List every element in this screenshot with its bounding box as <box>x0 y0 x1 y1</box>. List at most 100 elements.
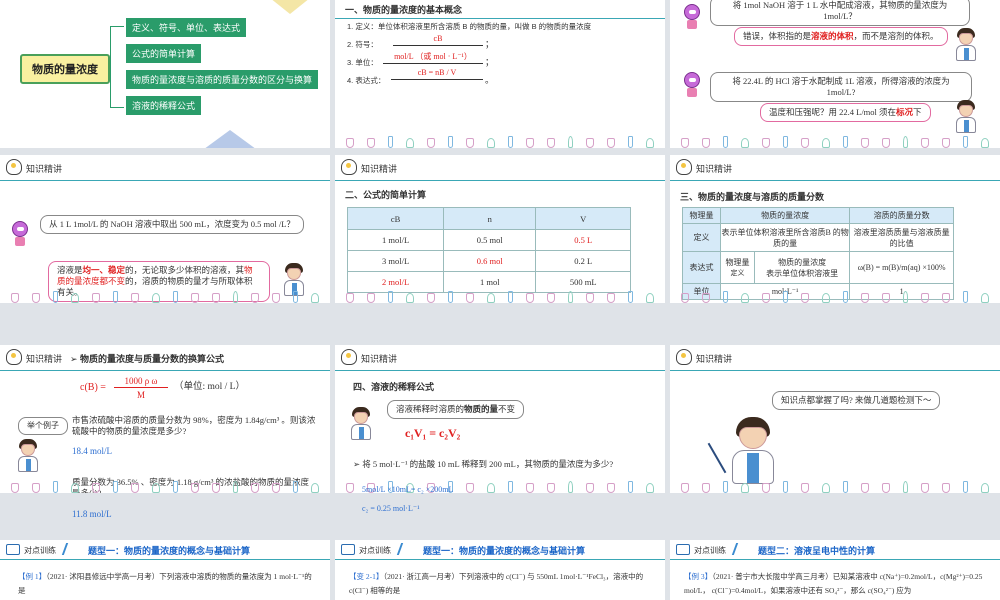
col-header: V <box>535 207 631 230</box>
knowledge-logo-icon <box>676 349 692 365</box>
unit-label: 3. 单位： <box>347 58 378 67</box>
slide-thumbnail-8[interactable]: 知识精讲 四、溶液的稀释公式 溶液稀释时溶质的物质的量不变 c₁V₁ = c₂V… <box>335 345 665 493</box>
row-label: 表达式 <box>682 251 721 284</box>
slide-header: 对点训练 题型一：物质的量浓度的概念与基础计算 <box>0 540 330 560</box>
knowledge-logo-icon <box>6 349 22 365</box>
decorative-glassware-row <box>0 479 330 493</box>
row-label: 定义 <box>682 223 721 252</box>
mindmap-branch-4: 溶液的稀释公式 <box>126 96 202 115</box>
problem-text: 【例 3】（2021· 普宁市大长陇中学高三月考）已知某溶液中 c(Na⁺)=0… <box>684 570 990 597</box>
problem-tag: 【例 3】 <box>684 572 713 581</box>
principle-bubble: 溶液稀释时溶质的物质的量不变 <box>387 400 525 420</box>
answer-highlight-1: 均一、稳定 <box>82 265 126 275</box>
table-cell: 0.5 mol <box>443 229 537 251</box>
table-cell: 物质的量浓度 表示单位体积溶液里 <box>753 251 851 284</box>
unit-answer: mol/L （或 mol · L⁻¹） <box>383 52 483 64</box>
principle-bold: 物质的量 <box>464 404 499 414</box>
formula-numerator: 1000 ρ ω <box>114 375 168 389</box>
principle-text: 溶液稀释时溶质的 <box>396 404 465 414</box>
header-label: 知识精讲 <box>361 164 402 177</box>
header-label: 对点训练 <box>24 546 56 555</box>
table-row: 3 mol/L 0.6 mol 0.2 L <box>346 250 631 272</box>
slide-header: 知识精讲 <box>670 345 1000 371</box>
symbol-answer: cB <box>393 34 483 46</box>
robot-mascot-icon-2 <box>682 72 702 98</box>
slide-header: 知识精讲 <box>0 155 330 181</box>
table-cell: 1 mol/L <box>346 229 445 251</box>
dilution-question: ➢ 将 5 mol·L⁻¹ 的盐酸 10 mL 稀释到 200 mL，其物质的量… <box>353 459 614 469</box>
slide-thumbnail-2[interactable]: 一、物质的量浓度的基本概念 1. 定义：单位体积溶液里所含溶质 B 的物质的量，… <box>335 0 665 148</box>
slide-thumbnail-6[interactable]: 知识精讲 三、物质的量浓度与溶质的质量分数 物理量 物质的量浓度 溶质的质量分数… <box>670 155 1000 303</box>
example-tag: 举个例子 <box>18 417 68 436</box>
dilution-answer-2: c₂ = 0.25 mol·L⁻¹ <box>362 504 420 513</box>
table-header-row: cB n V <box>346 207 631 230</box>
section-heading-text: 物质的量浓度与质量分数的换算公式 <box>80 354 225 364</box>
teacher-avatar-icon <box>954 28 978 62</box>
teacher-avatar-icon <box>16 439 40 473</box>
check-bubble: 知识点都掌握了吗? 来做几道题检测下～ <box>772 391 941 411</box>
pointer-stick-icon <box>707 442 727 474</box>
mindmap-branch-2: 公式的简单计算 <box>126 44 202 63</box>
slide-thumbnail-10[interactable]: 对点训练 题型一：物质的量浓度的概念与基础计算 【例 1】（2021· 沭阳县修远… <box>0 540 330 600</box>
answer-2-text: 温度和压强呢？用 22.4 L/mol 须在 <box>769 107 897 117</box>
slide-header: 知识精讲 <box>670 155 1000 181</box>
formula-cell: ω(B) = m(B)/m(aq) ×100% <box>849 251 954 284</box>
dilution-answer-1: 5mol/L ×10mL= c₂ ×200mL <box>362 485 454 494</box>
dilution-formula: c₁V₁ = c₂V₂ <box>405 426 461 440</box>
table-cell: 0.5 L <box>535 229 631 251</box>
problem-tag: 【变 2-1】 <box>349 572 384 581</box>
table-cell: 0.2 L <box>535 250 631 272</box>
topic-title: 题型二：溶液呈电中性的计算 <box>758 546 876 556</box>
problem-tag: 【例 1】 <box>18 572 47 581</box>
section-heading: 一、物质的量浓度的基本概念 <box>345 5 463 15</box>
col-header: n <box>443 207 537 230</box>
header-label: 对点训练 <box>359 546 391 555</box>
robot-mascot-icon <box>682 4 702 30</box>
section-heading: 三、物质的量浓度与溶质的质量分数 <box>680 192 825 202</box>
nested-cell-label: 物理量 <box>725 258 750 267</box>
answer-bubble-2: 温度和压强呢？用 22.4 L/mol 须在标况下 <box>760 103 931 123</box>
calc-table: cB n V 1 mol/L 0.5 mol 0.5 L 3 mol/L 0.6… <box>346 207 631 293</box>
slide-thumbnail-7[interactable]: 知识精讲 ➢ 物质的量浓度与质量分数的换算公式 c(B) = 1000 ρ ω … <box>0 345 330 493</box>
comparison-table: 物理量 物质的量浓度 溶质的质量分数 定义 表示单位体积溶液里所含溶质B 的物质… <box>682 207 954 300</box>
col-header: 物理量 <box>682 207 721 224</box>
slide-thumbnail-4[interactable]: 知识精讲 从 1 L 1mol/L 的 NaOH 溶液中取出 500 mL，浓度… <box>0 155 330 303</box>
teacher-avatar-icon-2 <box>954 100 978 134</box>
book-icon <box>6 544 20 555</box>
slide-thumbnail-11[interactable]: 对点训练 题型一：物质的量浓度的概念与基础计算 【变 2-1】（2021· 浙江高… <box>335 540 665 600</box>
question-bubble: 从 1 L 1mol/L 的 NaOH 溶液中取出 500 mL，浓度变为 0.… <box>40 215 304 235</box>
teacher-avatar-icon <box>349 407 373 441</box>
principle-text-end: 不变 <box>498 404 516 414</box>
teacher-large-icon <box>730 417 776 487</box>
dilution-question-text: 将 5 mol·L⁻¹ 的盐酸 10 mL 稀释到 200 mL，其物质的量浓度… <box>362 459 614 469</box>
slide-thumbnail-5[interactable]: 知识精讲 二、公式的简单计算 cB n V 1 mol/L 0.5 mol 0.… <box>335 155 665 303</box>
table-cell: 0.6 mol <box>443 250 537 272</box>
topic-title: 题型一：物质的量浓度的概念与基础计算 <box>88 546 251 556</box>
answer-bubble-1: 错误，体积指的是溶液的体积，而不是溶剂的体积。 <box>734 27 948 47</box>
definition-line: 1. 定义：单位体积溶液里所含溶质 B 的物质的量，叫做 B 的物质的量浓度 <box>347 22 592 31</box>
answer-text-2: 的，无论取多少体积的溶液，其 <box>125 265 245 275</box>
slide-thumbnail-3[interactable]: 将 1mol NaOH 溶于 1 L 水中配成溶液，其物质的量浓度为 1mol/… <box>670 0 1000 148</box>
expression-label: 4. 表达式： <box>347 76 386 85</box>
slide-thumbnail-9[interactable]: 知识精讲 知识点都掌握了吗? 来做几道题检测下～ <box>670 345 1000 493</box>
deco-triangle-bottom <box>200 130 260 148</box>
nested-cell-label-2: 定义 <box>730 269 745 277</box>
table-cell: 物理量 定义 <box>720 251 755 284</box>
problem-text: 【变 2-1】（2021· 浙江高一月考）下列溶液中的 c(Cl⁻) 与 550… <box>349 570 655 597</box>
decorative-glassware-row <box>670 134 1000 148</box>
formula-lhs: c(B) = <box>80 382 106 393</box>
section-heading: 二、公式的简单计算 <box>345 190 427 200</box>
deco-triangle <box>260 0 320 14</box>
nested-cell-value-2: 表示单位体积溶液里 <box>766 268 839 278</box>
expression-answer: cB = nB / V <box>391 68 483 80</box>
decorative-glassware-row <box>670 289 1000 303</box>
mindmap-branch-3: 物质的量浓度与溶质的质量分数的区分与换算 <box>126 70 319 89</box>
slide-thumbnail-12[interactable]: 对点训练 题型二：溶液呈电中性的计算 【例 3】（2021· 普宁市大长陇中学高三… <box>670 540 1000 600</box>
example-1-question: 市售浓硫酸中溶质的质量分数为 98%，密度为 1.84g/cm³ 。则该浓硫酸中… <box>72 415 316 437</box>
col-header: 物质的量浓度 <box>719 207 851 224</box>
problem-body: （2021· 普宁市大长陇中学高三月考）已知某溶液中 c(Na⁺)=0.2mol… <box>684 572 983 595</box>
formula-denominator: M <box>136 390 145 400</box>
slide-thumbnail-1[interactable]: 物质的量浓度 定义、符号、单位、表达式 公式的简单计算 物质的量浓度与溶质的质量… <box>0 0 330 148</box>
knowledge-logo-icon <box>341 159 357 175</box>
header-label: 知识精讲 <box>26 354 67 367</box>
